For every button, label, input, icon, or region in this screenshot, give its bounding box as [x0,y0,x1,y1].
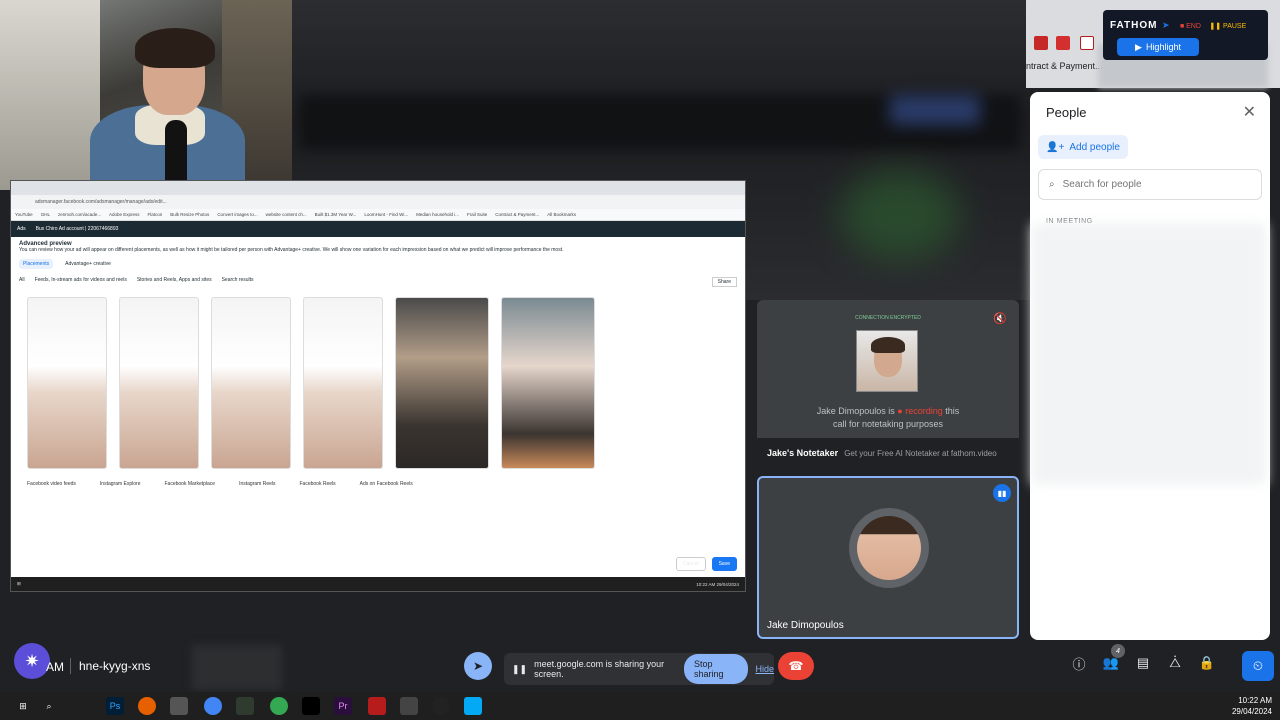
mic-off-icon: 🔇 [993,313,1007,325]
ad-preview-thumb [27,297,107,469]
speaking-indicator-icon: ▮▮ [993,484,1011,502]
add-people-button[interactable]: 👤+ Add people [1038,135,1128,159]
recording-message: Jake Dimopoulos is ● recording this call… [816,406,960,429]
people-icon[interactable]: 👥 4 [1102,644,1125,672]
extension-icon[interactable] [1034,36,1048,50]
app-icon[interactable] [432,697,450,715]
notetaker-photo [856,330,918,392]
share-dropdown: Share [711,277,737,287]
chat-icon[interactable]: ▤ [1134,654,1152,672]
meeting-code: hne-kyyg-xns [79,659,151,673]
blurred-participant-list [1032,224,1266,484]
browser-address-bar: adsmanager.facebook.com/adsmanager/manag… [11,195,745,209]
browser-tabstrip [11,181,745,195]
placement-label: Instagram Explore [99,481,141,487]
highlight-button[interactable]: ▶ Highlight [1117,38,1199,56]
avatar [849,508,929,588]
meeting-time: AM [46,660,64,674]
hide-link[interactable]: Hide [755,664,774,674]
settings-gear-icon[interactable]: ✷ [14,643,50,679]
ad-preview-thumb [211,297,291,469]
pause-icon: ❚❚ [512,663,528,674]
search-icon[interactable]: ⌕ [40,697,58,715]
host-controls-icon[interactable]: 🔒 [1198,654,1216,672]
chrome-icon[interactable] [204,697,222,715]
participant-name: Jake's Notetaker [767,448,839,458]
app-icon[interactable] [368,697,386,715]
blurred-region [192,645,282,690]
filter-search: Search results [221,277,254,283]
ads-manager-topbar: Ads Bux Chiro Ad account | 22067466893 [11,221,745,237]
app-icon[interactable] [464,697,482,715]
meet-control-bar: ✷ AM hne-kyyg-xns ➤ ❚❚ meet.google.com i… [0,640,1280,692]
system-clock: 10:22 AM 29/04/2024 [1231,696,1272,716]
ad-preview-thumb [501,297,595,469]
bookmark-label[interactable]: ntract & Payment... [1026,61,1103,71]
windows-taskbar: ⊞ ⌕ Ps Pr 10:22 AM 29/04/2024 [0,692,1280,720]
screen-sharing-banner: ❚❚ meet.google.com is sharing your scree… [504,653,774,685]
tab-placements: Placements [19,259,54,269]
leave-call-button[interactable]: ☎ [778,652,814,680]
advanced-preview-dialog: Advanced preview You can review how your… [11,237,745,291]
timer-icon[interactable]: ⏲ [1242,651,1274,681]
placement-label: Ads on Facebook Reels [359,481,413,487]
filter-stories: Stories and Reels, Apps and sites [136,277,212,283]
shared-taskbar: ⊞ 10:22 AM 29/04/2024 [11,577,745,591]
firefox-icon[interactable] [138,697,156,715]
premiere-icon[interactable]: Pr [334,697,352,715]
participant-tile-jake[interactable]: ▮▮ Jake Dimopoulos [757,476,1019,639]
ad-preview-grid [11,291,745,475]
participant-name: Jake Dimopoulos [767,620,844,631]
info-icon[interactable]: ⓘ [1070,654,1088,672]
panel-title: People [1046,105,1087,120]
end-recording-button[interactable]: ■ END [1180,23,1201,30]
add-person-icon: 👤+ [1046,141,1065,153]
sharing-message: meet.google.com is sharing your screen. [534,659,665,679]
fathom-logo: FATHOM [1110,20,1158,31]
people-count-badge: 4 [1111,644,1125,658]
app-icon[interactable] [236,697,254,715]
pause-recording-button[interactable]: ❚❚ PAUSE [1209,23,1246,30]
encryption-status: CONNECTION ENCRYPTED [855,315,921,321]
divider [70,658,71,674]
search-input[interactable] [1062,179,1233,190]
activities-icon[interactable]: ⧊ [1166,654,1184,672]
notetaker-tile[interactable]: CONNECTION ENCRYPTED 🔇 Jake Dimopoulos i… [757,300,1019,468]
people-panel: People ✕ 👤+ Add people ⌕ IN MEETING [1030,92,1270,640]
app-icon[interactable] [400,697,418,715]
placement-label: Facebook video feeds [27,481,76,487]
app-icon[interactable] [302,697,320,715]
search-icon: ⌕ [1049,179,1055,190]
webcam-feed [0,0,292,190]
photoshop-icon[interactable]: Ps [106,697,124,715]
save-button: Save [711,557,737,571]
notetaker-name-bar: Jake's Notetaker Get your Free AI Noteta… [757,438,1019,468]
present-screen-button[interactable]: ➤ [464,652,492,680]
ad-preview-thumb [303,297,383,469]
start-icon[interactable]: ⊞ [14,697,32,715]
placement-label: Facebook Marketplace [164,481,216,487]
tab-advantage-creative: Advantage+ creative [65,261,111,267]
pdf-icon[interactable] [1056,36,1070,50]
placement-label: Instagram Reels [239,481,276,487]
chrome-icon[interactable] [270,697,288,715]
bookmarks-bar: YouTube GHL zenmoh.com/acade... Adobe Expre… [11,209,745,221]
cancel-button: Cancel [676,557,706,571]
filter-feeds: Feeds, In-stream ads for videos and reel… [34,277,127,283]
ad-preview-thumb [119,297,199,469]
stop-sharing-button[interactable]: Stop sharing [683,654,749,684]
ad-preview-thumb [395,297,489,469]
dialog-description: You can review how your ad will appear o… [19,247,564,253]
shared-screen-window: adsmanager.facebook.com/adsmanager/manag… [10,180,746,592]
app-icon[interactable] [170,697,188,715]
extension-icon[interactable] [1080,36,1094,50]
filter-all: All [19,277,25,283]
fathom-recorder: FATHOM ➤ ■ END ❚❚ PAUSE ▶ Highlight [1103,10,1268,60]
close-icon[interactable]: ✕ [1243,102,1256,122]
placement-label: Facebook Reels [299,481,336,487]
search-people-field[interactable]: ⌕ [1038,169,1262,200]
notetaker-tagline: Get your Free AI Notetaker at fathom.vid… [844,448,997,458]
fathom-arrow-icon: ➤ [1161,20,1170,30]
